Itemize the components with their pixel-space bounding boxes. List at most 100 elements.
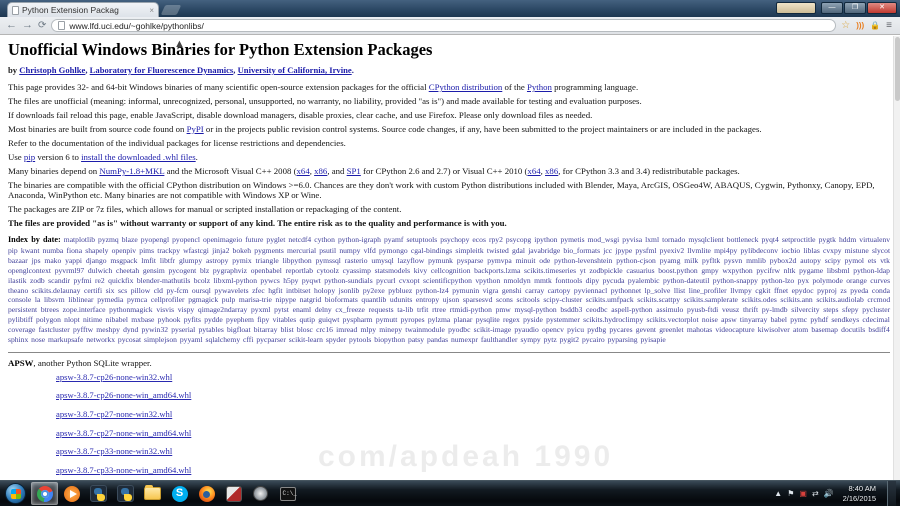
package-link[interactable]: genshi bbox=[502, 286, 522, 295]
package-link[interactable]: nlopt bbox=[64, 315, 80, 324]
package-link[interactable]: mxbase bbox=[131, 315, 154, 324]
reload-icon[interactable]: ⟳ bbox=[38, 20, 46, 31]
package-link[interactable]: pyspharm bbox=[343, 315, 373, 324]
package-link[interactable]: slycot bbox=[872, 246, 890, 255]
package-link[interactable]: qimage2ndarray bbox=[198, 305, 247, 314]
package-link[interactable]: pyaudio bbox=[514, 325, 538, 334]
package-link[interactable]: pip bbox=[8, 246, 18, 255]
package-link[interactable]: rtree bbox=[432, 305, 446, 314]
package-link[interactable]: pylzma bbox=[428, 315, 450, 324]
package-link[interactable]: conda bbox=[872, 286, 890, 295]
package-link[interactable]: steps bbox=[823, 305, 838, 314]
package-link[interactable]: tinyarray bbox=[740, 315, 767, 324]
package-link[interactable]: pyfmi bbox=[73, 276, 91, 285]
wheel-download-link[interactable]: apsw-3.8.7-cp27-none-win_amd64.whl bbox=[56, 428, 890, 438]
package-link[interactable]: opencv bbox=[542, 325, 564, 334]
package-link[interactable]: reportlab bbox=[286, 266, 313, 275]
package-link[interactable]: ujson bbox=[443, 295, 459, 304]
package-link[interactable]: pymetis bbox=[561, 235, 585, 244]
package-link[interactable]: fipy bbox=[257, 315, 269, 324]
package-link[interactable]: console bbox=[8, 295, 31, 304]
package-link[interactable]: pystemmer bbox=[546, 315, 580, 324]
browser-tab[interactable]: Python Extension Packag × bbox=[7, 2, 159, 17]
package-link[interactable]: dipy bbox=[586, 276, 600, 285]
package-link[interactable]: vtk bbox=[880, 256, 890, 265]
package-link[interactable]: vpython bbox=[475, 276, 500, 285]
package-link[interactable]: py-lmdb bbox=[762, 305, 788, 314]
inline-link[interactable]: Python bbox=[527, 82, 552, 92]
package-link[interactable]: nose bbox=[31, 335, 45, 344]
package-link[interactable]: natgrid bbox=[300, 295, 322, 304]
package-link[interactable]: assimulo bbox=[656, 305, 683, 314]
package-link[interactable]: pyodbc bbox=[448, 325, 470, 334]
package-link[interactable]: fastcluster bbox=[39, 325, 70, 334]
package-link[interactable]: scikits.samplerate bbox=[684, 295, 738, 304]
package-link[interactable]: setuptools bbox=[406, 235, 437, 244]
package-link[interactable]: nitime bbox=[83, 315, 102, 324]
package-link[interactable]: oursql bbox=[192, 286, 211, 295]
package-link[interactable]: scientificpython bbox=[423, 276, 472, 285]
package-link[interactable]: bigfloat bbox=[227, 325, 251, 334]
wheel-download-link[interactable]: apsw-3.8.7-cp26-none-win_amd64.whl bbox=[56, 390, 890, 400]
package-link[interactable]: vispy bbox=[178, 305, 194, 314]
package-link[interactable]: ets bbox=[868, 256, 876, 265]
package-link[interactable]: liblas bbox=[803, 246, 819, 255]
package-link[interactable]: scitools bbox=[517, 295, 540, 304]
package-link[interactable]: pylibtiff bbox=[8, 315, 33, 324]
package-link[interactable]: dulwich bbox=[88, 266, 112, 275]
package-link[interactable]: pydbg bbox=[587, 325, 606, 334]
package-link[interactable]: mod_wsgi bbox=[588, 235, 620, 244]
package-link[interactable]: pygit2 bbox=[560, 335, 579, 344]
package-link[interactable]: pymvpa bbox=[487, 256, 511, 265]
package-link[interactable]: udunits bbox=[390, 295, 412, 304]
package-link[interactable]: pysparse bbox=[457, 256, 484, 265]
package-link[interactable]: mysql-python bbox=[514, 305, 556, 314]
package-link[interactable]: biopython bbox=[374, 335, 405, 344]
package-link[interactable]: scikits.vectorplot bbox=[646, 315, 698, 324]
package-link[interactable]: rasterio bbox=[345, 256, 368, 265]
package-link[interactable]: mmtk bbox=[534, 276, 552, 285]
package-link[interactable]: openpiv bbox=[112, 246, 136, 255]
package-link[interactable]: faulthandler bbox=[481, 335, 518, 344]
package-link[interactable]: pylibdeconv bbox=[740, 246, 778, 255]
scrollbar[interactable] bbox=[893, 36, 900, 480]
package-link[interactable]: minuit bbox=[516, 256, 536, 265]
package-link[interactable]: bsddb3 bbox=[560, 305, 582, 314]
package-link[interactable]: ceodbc bbox=[586, 305, 608, 314]
package-link[interactable]: qutip bbox=[299, 315, 315, 324]
package-link[interactable]: quantlib bbox=[361, 295, 386, 304]
package-link[interactable]: cdecimal bbox=[862, 315, 889, 324]
package-link[interactable]: basemap bbox=[811, 325, 838, 334]
taskbar-item-skype[interactable]: S bbox=[166, 482, 193, 505]
package-link[interactable]: cffi bbox=[243, 335, 253, 344]
package-link[interactable]: triangle bbox=[256, 256, 279, 265]
package-link[interactable]: pyzmq bbox=[98, 235, 119, 244]
package-link[interactable]: pyamf bbox=[384, 235, 403, 244]
package-link[interactable]: python-igraph bbox=[338, 235, 381, 244]
package-link[interactable]: pyfftw bbox=[73, 325, 93, 334]
package-link[interactable]: six bbox=[106, 286, 115, 295]
inline-link[interactable]: pip bbox=[24, 152, 35, 162]
forward-icon[interactable]: → bbox=[22, 20, 33, 31]
package-link[interactable]: pyopengl bbox=[141, 235, 169, 244]
package-link[interactable]: silvercity bbox=[791, 305, 819, 314]
inline-link[interactable]: NumPy-1.8+MKL bbox=[99, 166, 164, 176]
package-link[interactable]: ffnet bbox=[774, 286, 788, 295]
package-link[interactable]: sfepy bbox=[842, 305, 858, 314]
inline-link[interactable]: CPython distribution bbox=[429, 82, 503, 92]
package-link[interactable]: scikits.timeseries bbox=[524, 266, 576, 275]
package-link[interactable]: la bbox=[35, 295, 40, 304]
package-link[interactable]: holopy bbox=[314, 286, 335, 295]
package-link[interactable]: py-fcm bbox=[166, 286, 188, 295]
package-link[interactable]: cyassimp bbox=[343, 266, 371, 275]
package-link[interactable]: visvis bbox=[156, 305, 174, 314]
package-link[interactable]: pysqlite bbox=[476, 315, 500, 324]
package-link[interactable]: glumpy bbox=[179, 256, 202, 265]
package-link[interactable]: pymongo bbox=[379, 246, 408, 255]
rss-icon[interactable]: ))) bbox=[856, 21, 864, 30]
package-link[interactable]: kivy bbox=[414, 266, 428, 275]
package-link[interactable]: pythonmagick bbox=[109, 305, 152, 314]
package-link[interactable]: sympy bbox=[520, 335, 540, 344]
package-link[interactable]: libxml-python bbox=[214, 276, 257, 285]
package-link[interactable]: atom bbox=[793, 325, 808, 334]
